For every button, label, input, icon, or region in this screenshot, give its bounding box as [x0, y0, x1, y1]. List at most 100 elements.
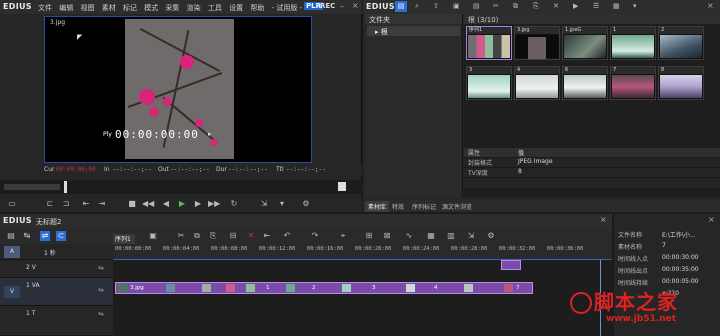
- menu-file[interactable]: 文件: [38, 4, 52, 12]
- info-close-icon[interactable]: ×: [708, 215, 715, 224]
- sequence-tab[interactable]: 序列1: [113, 234, 135, 244]
- menu-tools[interactable]: 工具: [208, 4, 222, 12]
- cut-tl-icon[interactable]: ✂: [176, 231, 186, 241]
- play-icon[interactable]: ▶: [176, 199, 188, 209]
- fast-forward-icon[interactable]: ▶▶: [208, 199, 220, 209]
- menu-settings[interactable]: 设置: [229, 4, 243, 12]
- menu-clip[interactable]: 素材: [102, 4, 116, 12]
- folder-root[interactable]: ▸ 根: [367, 26, 460, 36]
- prev-icon[interactable]: ▭: [6, 199, 18, 209]
- shuttle-handle[interactable]: [338, 182, 346, 191]
- menu-edit[interactable]: 编辑: [59, 4, 73, 12]
- undo-icon[interactable]: ↶: [282, 231, 292, 241]
- menu-view[interactable]: 视图: [80, 4, 94, 12]
- step-back-icon[interactable]: ◀: [160, 199, 172, 209]
- redo-icon[interactable]: ↷: [310, 231, 320, 241]
- track-lock-icon[interactable]: ⇋: [98, 286, 104, 294]
- rewind-icon[interactable]: ◀◀: [142, 199, 154, 209]
- menu-capture[interactable]: 采集: [165, 4, 179, 12]
- view-icon[interactable]: ▦: [613, 2, 620, 10]
- clip-thumb[interactable]: 3.jpg: [514, 26, 560, 60]
- search-icon[interactable]: ⌕: [415, 2, 419, 11]
- tab-source-browser[interactable]: 源文件浏览: [439, 201, 475, 212]
- close-icon[interactable]: ×: [352, 1, 359, 10]
- clip-thumb[interactable]: 1.jpeG: [562, 26, 608, 60]
- insert-icon[interactable]: ⇤: [80, 199, 92, 209]
- delete-icon[interactable]: ✕: [553, 2, 559, 10]
- track-area[interactable]: 3.jpg 1 2 3 4 7: [113, 260, 612, 336]
- stop-icon[interactable]: ■: [126, 199, 138, 209]
- folder-toggle-icon[interactable]: ▤: [395, 1, 407, 12]
- copy-tl-icon[interactable]: ⧉: [192, 231, 202, 241]
- paste-icon[interactable]: ⎘: [533, 2, 539, 11]
- menu-render[interactable]: 渲染: [187, 4, 201, 12]
- scrub-bar[interactable]: [0, 180, 362, 194]
- mark-in-icon[interactable]: ⊏: [44, 199, 56, 209]
- track-header[interactable]: 2 V ⇋: [0, 260, 113, 278]
- clip-thumb[interactable]: 7: [610, 66, 656, 100]
- marker-icon[interactable]: ⌖: [338, 231, 348, 241]
- clip-thumb[interactable]: 1: [610, 26, 656, 60]
- snap-icon[interactable]: ⊞: [364, 231, 374, 241]
- timeline-clip[interactable]: [501, 260, 521, 270]
- clip-thumb[interactable]: 序列1: [466, 26, 512, 60]
- delete-tl-icon[interactable]: ✕: [246, 231, 256, 241]
- time-ruler[interactable]: 00:00:00:00 00:00:04:00 00:00:08:00 00:0…: [113, 244, 612, 260]
- timeline-close-icon[interactable]: ×: [600, 215, 607, 224]
- tab-sequence-markers[interactable]: 序列标记: [409, 201, 439, 212]
- step-forward-icon[interactable]: ▶: [192, 199, 204, 209]
- mode-icon[interactable]: ↹: [22, 231, 32, 241]
- bin-menu-icon[interactable]: ▾: [633, 2, 637, 10]
- track-header[interactable]: V 1 VA ⇋: [0, 278, 113, 306]
- export-tl-icon[interactable]: ⇲: [466, 231, 476, 241]
- cut-icon[interactable]: ✂: [493, 2, 499, 10]
- add-clip-icon[interactable]: ▣: [453, 2, 460, 10]
- properties-icon[interactable]: ☰: [593, 2, 599, 10]
- clip-thumb[interactable]: 8: [658, 66, 704, 100]
- clip-thumb[interactable]: 4: [514, 66, 560, 100]
- transition-icon[interactable]: ⊠: [382, 231, 392, 241]
- track-box[interactable]: V: [4, 286, 20, 298]
- export-menu-icon[interactable]: ▾: [276, 199, 288, 209]
- paste-tl-icon[interactable]: ⎘: [208, 231, 218, 241]
- sync-icon[interactable]: ⇌: [40, 231, 50, 241]
- play-clip-icon[interactable]: ▶: [573, 2, 578, 10]
- menu-marker[interactable]: 标记: [123, 4, 137, 12]
- rec-button[interactable]: REC: [320, 2, 335, 10]
- ripple-icon[interactable]: ⊂: [56, 231, 66, 241]
- export-icon[interactable]: ⇲: [258, 199, 270, 209]
- ripple-delete-icon[interactable]: ⇤: [262, 231, 272, 241]
- timeline-clip-group[interactable]: 3.jpg 1 2 3 4 7: [115, 282, 533, 294]
- save-icon[interactable]: ▣: [148, 231, 158, 241]
- render-in-out-icon[interactable]: ▥: [446, 231, 456, 241]
- track-box[interactable]: A: [4, 246, 20, 258]
- sequence-icon[interactable]: ▤: [6, 231, 16, 241]
- menu-help[interactable]: 帮助: [250, 4, 264, 12]
- minimize-icon[interactable]: –: [340, 2, 344, 11]
- settings-icon[interactable]: ⚙: [300, 199, 312, 209]
- clip-thumb[interactable]: 6: [562, 66, 608, 100]
- menu-mode[interactable]: 模式: [144, 4, 158, 12]
- up-folder-icon[interactable]: ⇧: [433, 2, 439, 10]
- track-header[interactable]: 1 T ⇋: [0, 306, 113, 336]
- mark-out-icon[interactable]: ⊐: [60, 199, 72, 209]
- split-icon[interactable]: ⊟: [228, 231, 238, 241]
- track-header[interactable]: A 1 秒: [0, 244, 113, 260]
- timeline-settings-icon[interactable]: ⚙: [486, 231, 496, 241]
- copy-icon[interactable]: ⧉: [513, 2, 518, 11]
- zoom-label[interactable]: 1 秒: [44, 248, 56, 257]
- tab-bin[interactable]: 素材库: [365, 201, 390, 212]
- render-icon[interactable]: ▦: [426, 231, 436, 241]
- bin-close-icon[interactable]: ×: [707, 1, 714, 10]
- scrub-handle[interactable]: [64, 181, 67, 193]
- tab-effects[interactable]: 特效: [389, 201, 407, 212]
- waveform-icon[interactable]: ∿: [404, 231, 414, 241]
- add-sequence-icon[interactable]: ▤: [473, 2, 480, 10]
- overwrite-icon[interactable]: ⇥: [96, 199, 108, 209]
- preview-screen[interactable]: 3.jpg ◤ Ply 00:00:00:00 ▸: [44, 16, 312, 163]
- loop-icon[interactable]: ↻: [228, 199, 240, 209]
- track-lock-icon[interactable]: ⇋: [98, 264, 104, 272]
- track-lock-icon[interactable]: ⇋: [98, 310, 104, 318]
- clip-thumb[interactable]: 3: [466, 66, 512, 100]
- clip-thumb[interactable]: 2: [658, 26, 704, 60]
